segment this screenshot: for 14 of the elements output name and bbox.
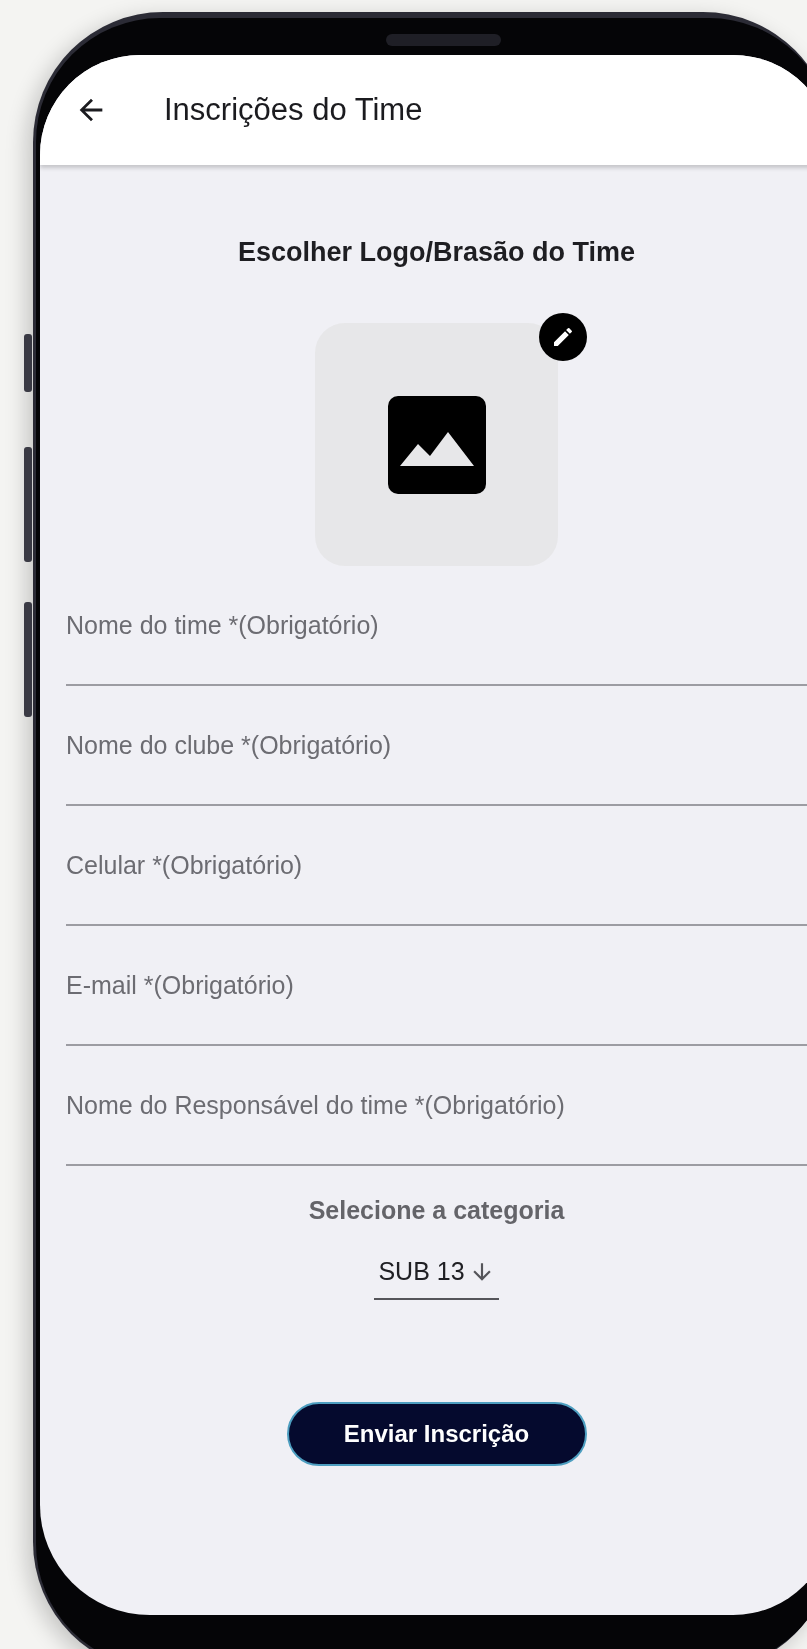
field-label: Selecione a categoria bbox=[308, 1196, 565, 1225]
edit-button[interactable] bbox=[539, 313, 587, 361]
submit-button[interactable]: Enviar Inscrição bbox=[286, 1402, 587, 1466]
section-heading: Escolher Logo/Brasão do Time bbox=[237, 237, 636, 268]
category-dropdown[interactable]: SUB 13 bbox=[374, 1257, 499, 1300]
pencil-icon bbox=[551, 325, 575, 349]
image-icon bbox=[387, 395, 486, 494]
input-field[interactable]: E-mail *(Obrigatório) bbox=[66, 926, 807, 1046]
input-field[interactable]: Nome do clube *(Obrigatório) bbox=[66, 686, 807, 806]
screen-title: Inscrições do Time bbox=[164, 92, 423, 128]
input-field[interactable]: Nome do time *(Obrigatório) bbox=[66, 566, 807, 686]
input-field[interactable]: Celular *(Obrigatório) bbox=[66, 806, 807, 926]
input-field[interactable]: Nome do Responsável do time *(Obrigatório) bbox=[66, 1046, 807, 1166]
logo-picker[interactable] bbox=[315, 323, 558, 566]
